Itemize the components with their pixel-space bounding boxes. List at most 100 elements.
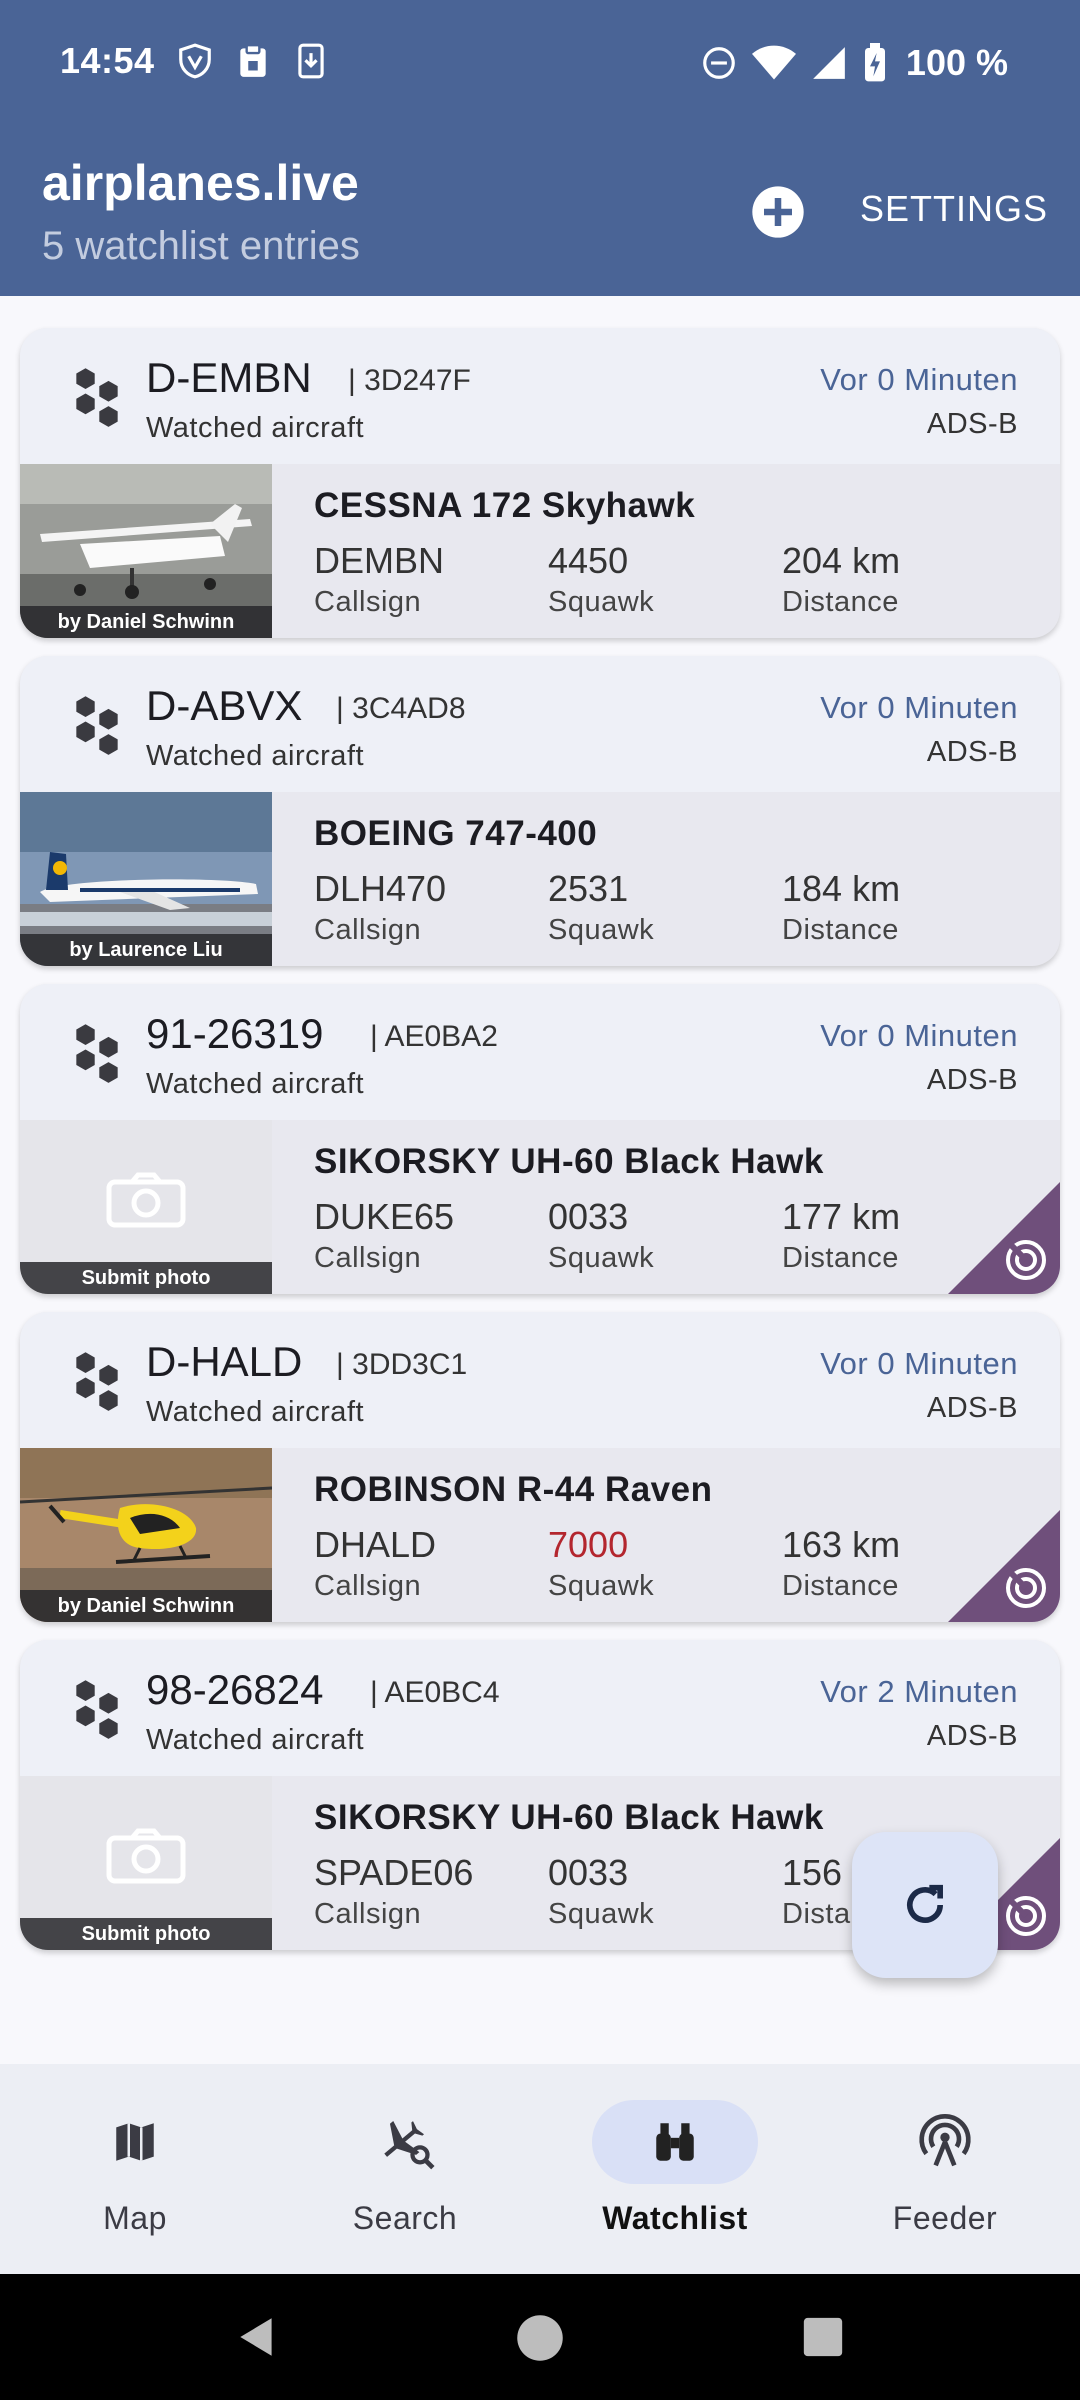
- nav-search[interactable]: Search: [270, 2064, 540, 2274]
- binoculars-icon: [656, 2123, 694, 2161]
- antenna-icon: [919, 2114, 971, 2167]
- shield-v-icon: [179, 43, 211, 79]
- distance-value: 177 km: [782, 1196, 901, 1237]
- submit-photo-label: Submit photo: [20, 1262, 272, 1294]
- last-seen: Vor 0 Minuten: [820, 690, 1018, 725]
- distance-label: Dista: [782, 1898, 851, 1930]
- aircraft-category-icon: [76, 696, 118, 755]
- recents-icon[interactable]: [800, 2314, 846, 2360]
- distance-value: 184 km: [782, 868, 901, 909]
- aircraft-photo[interactable]: by Daniel Schwinn: [20, 464, 272, 638]
- callsign-label: Callsign: [314, 1570, 422, 1602]
- distance-value: 204 km: [782, 540, 901, 581]
- last-seen: Vor 2 Minuten: [820, 1674, 1018, 1709]
- submit-photo-label: Submit photo: [20, 1918, 272, 1950]
- aircraft-photo[interactable]: by Daniel Schwinn: [20, 1448, 272, 1622]
- callsign-label: Callsign: [314, 914, 422, 946]
- watchlist-card[interactable]: 91-26319 | AE0BA2 Watched aircraft Vor 0…: [20, 984, 1060, 1294]
- add-circle-icon[interactable]: [750, 184, 806, 240]
- nav-active-indicator: [592, 2100, 758, 2184]
- photo-credit: by Daniel Schwinn: [20, 606, 272, 638]
- hex-code: | 3DD3C1: [336, 1348, 468, 1381]
- battery-charging-icon: [864, 43, 885, 82]
- submit-photo-button[interactable]: Submit photo: [20, 1776, 272, 1950]
- watched-label: Watched aircraft: [146, 740, 365, 772]
- data-source: ADS-B: [926, 408, 1018, 440]
- hex-code: | AE0BA2: [370, 1020, 498, 1053]
- distance-value: 163 km: [782, 1524, 901, 1565]
- callsign-label: Callsign: [314, 1898, 422, 1930]
- flight-search-icon: [384, 2120, 435, 2170]
- battery-level: 100 %: [905, 42, 1008, 83]
- squawk-label: Squawk: [548, 1898, 655, 1930]
- aircraft-type: BOEING 747-400: [314, 814, 598, 853]
- watched-label: Watched aircraft: [146, 1724, 365, 1756]
- callsign-value: SPADE06: [314, 1852, 474, 1893]
- hex-code: | 3C4AD8: [336, 692, 466, 725]
- watchlist-count: 5 watchlist entries: [42, 224, 360, 268]
- nav-map-label: Map: [103, 2200, 167, 2236]
- system-navigation-bar: [0, 2274, 1080, 2400]
- data-source: ADS-B: [926, 1720, 1018, 1752]
- squawk-value: 2531: [548, 868, 629, 909]
- camera-icon: [106, 1172, 186, 1228]
- nav-watchlist[interactable]: Watchlist: [540, 2064, 810, 2274]
- nav-map[interactable]: Map: [0, 2064, 270, 2274]
- download-icon: [298, 43, 324, 79]
- signal-icon: [813, 47, 845, 79]
- callsign-label: Callsign: [314, 586, 422, 618]
- registration: 98-26824: [146, 1666, 324, 1713]
- callsign-value: DEMBN: [314, 540, 445, 581]
- dnd-icon: [703, 47, 735, 79]
- squawk-label: Squawk: [548, 586, 655, 618]
- bottom-navigation: Map Search Watchlist Feeder: [0, 2064, 1080, 2274]
- squawk-value: 4450: [548, 540, 629, 581]
- aircraft-type: ROBINSON R-44 Raven: [314, 1470, 713, 1509]
- clipboard-icon: [240, 43, 266, 77]
- watched-label: Watched aircraft: [146, 1068, 365, 1100]
- squawk-label: Squawk: [548, 1570, 655, 1602]
- squawk-value: 0033: [548, 1196, 629, 1237]
- aircraft-category-icon: [76, 1680, 118, 1739]
- home-icon[interactable]: [514, 2312, 566, 2364]
- settings-button[interactable]: SETTINGS: [860, 188, 1048, 230]
- refresh-icon: [907, 1884, 943, 1923]
- last-seen: Vor 0 Minuten: [820, 1346, 1018, 1381]
- registration: D-HALD: [146, 1338, 303, 1385]
- radar-feeder-icon: [948, 1510, 1060, 1622]
- data-source: ADS-B: [926, 1064, 1018, 1096]
- registration: D-EMBN: [146, 354, 312, 401]
- status-time: 14:54: [60, 40, 155, 81]
- last-seen: Vor 0 Minuten: [820, 1018, 1018, 1053]
- app-header: 14:54 100 % airplanes.live 5 watchlist e…: [0, 0, 1080, 296]
- aircraft-category-icon: [76, 1352, 118, 1411]
- distance-label: Distance: [782, 1570, 899, 1602]
- aircraft-type: SIKORSKY UH-60 Black Hawk: [314, 1798, 824, 1837]
- data-source: ADS-B: [926, 736, 1018, 768]
- nav-feeder-label: Feeder: [892, 2200, 998, 2236]
- watchlist-card[interactable]: D-ABVX | 3C4AD8 Watched aircraft Vor 0 M…: [20, 656, 1060, 966]
- photo-credit: by Daniel Schwinn: [20, 1590, 272, 1622]
- aircraft-category-icon: [76, 1024, 118, 1083]
- squawk-label: Squawk: [548, 1242, 655, 1274]
- submit-photo-button[interactable]: Submit photo: [20, 1120, 272, 1294]
- distance-value: 156: [782, 1852, 843, 1893]
- data-source: ADS-B: [926, 1392, 1018, 1424]
- watchlist-card[interactable]: D-EMBN | 3D247F Watched aircraft Vor 0 M…: [20, 328, 1060, 638]
- callsign-label: Callsign: [314, 1242, 422, 1274]
- aircraft-category-icon: [76, 368, 118, 427]
- aircraft-photo[interactable]: by Laurence Liu: [20, 792, 272, 966]
- map-icon: [116, 2123, 154, 2161]
- distance-label: Distance: [782, 1242, 899, 1274]
- back-icon[interactable]: [232, 2312, 282, 2362]
- aircraft-type: CESSNA 172 Skyhawk: [314, 486, 696, 525]
- nav-watchlist-label: Watchlist: [602, 2200, 748, 2236]
- squawk-value: 0033: [548, 1852, 629, 1893]
- callsign-value: DUKE65: [314, 1196, 455, 1237]
- nav-feeder[interactable]: Feeder: [810, 2064, 1080, 2274]
- watchlist-card[interactable]: D-HALD | 3DD3C1 Watched aircraft Vor 0 M…: [20, 1312, 1060, 1622]
- registration: D-ABVX: [146, 682, 303, 729]
- radar-feeder-icon: [948, 1182, 1060, 1294]
- refresh-button[interactable]: [852, 1832, 998, 1978]
- callsign-value: DLH470: [314, 868, 447, 909]
